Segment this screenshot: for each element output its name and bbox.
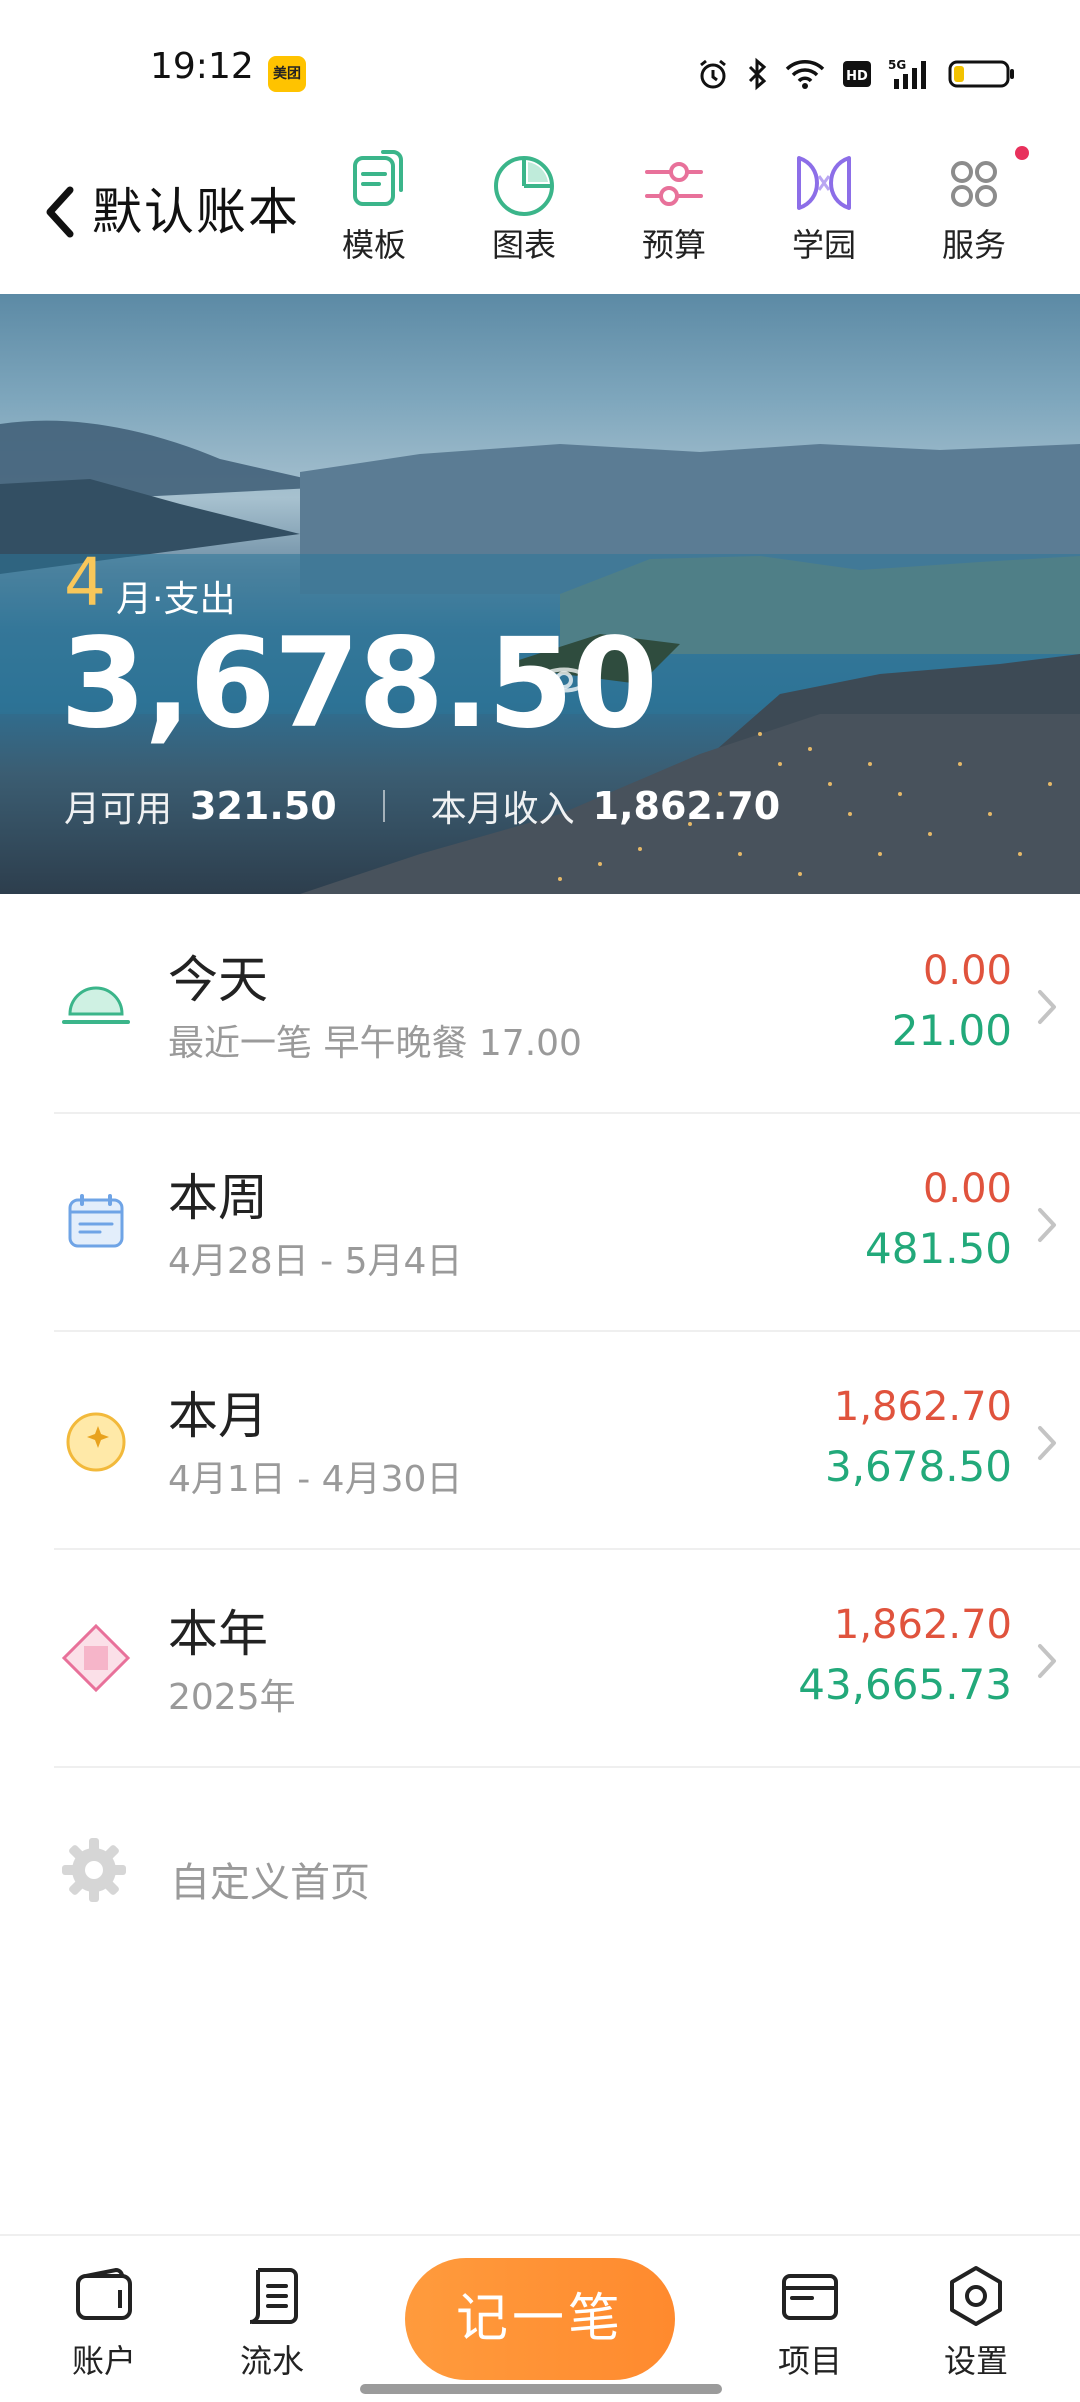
service-grid-icon [951, 161, 997, 207]
row-income-value: 1,862.70 [833, 1602, 1012, 1648]
nav-academy-label: 学园 [791, 226, 856, 264]
row-expense-value: 43,665.73 [798, 1660, 1012, 1709]
calendar-icon [68, 1194, 124, 1248]
folder-icon [782, 2274, 838, 2320]
chevron-right-icon [1038, 1426, 1056, 1460]
summary-row-month[interactable]: 本月 4月1日 - 4月30日 1,862.70 3,678.50 [54, 1332, 1080, 1550]
row-title: 本周 [168, 1169, 268, 1227]
row-subtitle: 4月28日 - 5月4日 [168, 1241, 463, 1282]
nav-template[interactable]: 模板 [314, 148, 434, 266]
home-indicator [360, 2384, 722, 2394]
nav-chart-label: 图表 [491, 226, 556, 264]
summary-row-today[interactable]: 今天 最近一笔 早午晚餐 17.00 0.00 21.00 [54, 896, 1080, 1114]
nav-chart[interactable]: 图表 [464, 148, 584, 266]
row-title: 本年 [168, 1605, 268, 1663]
row-title: 今天 [168, 951, 268, 1009]
svg-text:5G: 5G [888, 58, 906, 72]
notification-dot [1015, 146, 1029, 160]
template-icon [353, 150, 403, 206]
ledger-icon [249, 2268, 298, 2324]
diamond-icon [61, 1623, 131, 1693]
sunrise-icon [62, 986, 130, 1024]
nav-budget-label: 预算 [641, 226, 706, 264]
nav-service[interactable]: 服务 [914, 148, 1034, 266]
customize-home-button[interactable]: 自定义首页 [60, 1836, 660, 1906]
header: 默认账本 模板 图表 预算 学园 服务 [0, 140, 1080, 294]
chevron-right-icon [1038, 1644, 1056, 1678]
row-expense-value: 3,678.50 [824, 1442, 1012, 1491]
status-time: 19:12 [150, 46, 254, 87]
row-subtitle: 最近一笔 早午晚餐 17.00 [168, 1023, 582, 1064]
nav-budget[interactable]: 预算 [614, 148, 734, 266]
hero-summary: 月可用 321.50 本月收入 1,862.70 [64, 780, 780, 832]
tab-transactions[interactable]: 流水 [212, 2264, 332, 2382]
hero-banner: 4 月·支出 3,678.50 月可用 321.50 本月收入 1,862.70 [0, 294, 1080, 894]
available-label: 月可用 [64, 789, 173, 830]
nav-template-label: 模板 [341, 226, 406, 264]
pie-chart-icon [494, 156, 554, 216]
bluetooth-icon [748, 57, 767, 91]
summary-row-week[interactable]: 本周 4月28日 - 5月4日 0.00 481.50 [54, 1114, 1080, 1332]
tab-transactions-label: 流水 [239, 2342, 304, 2380]
moon-icon [66, 1412, 126, 1472]
5g-signal-icon: 5G [888, 58, 926, 89]
income-value: 1,862.70 [592, 784, 781, 828]
svg-text:HD: HD [846, 69, 868, 84]
alarm-icon [700, 59, 726, 89]
row-income-value: 0.00 [922, 1166, 1012, 1212]
wallet-icon [76, 2267, 132, 2320]
academy-icon [797, 156, 851, 210]
meituan-app-icon: 美团 [268, 56, 306, 92]
status-bar: 19:12 美团 HD 5G [0, 0, 1080, 140]
hd-icon: HD [843, 61, 871, 87]
status-icons: HD 5G [696, 52, 1016, 96]
row-subtitle: 2025年 [168, 1677, 296, 1718]
customize-label: 自定义首页 [170, 1860, 370, 1906]
row-income-value: 1,862.70 [833, 1384, 1012, 1430]
nav-service-label: 服务 [941, 226, 1006, 264]
tab-projects-label: 项目 [777, 2342, 842, 2380]
tab-projects[interactable]: 项目 [750, 2264, 870, 2382]
row-expense-value: 481.50 [865, 1224, 1012, 1273]
divider [382, 790, 385, 822]
chevron-left-icon[interactable] [38, 180, 82, 244]
summary-row-year[interactable]: 本年 2025年 1,862.70 43,665.73 [54, 1550, 1080, 1768]
settings-icon [950, 2266, 1002, 2326]
tab-settings-label: 设置 [943, 2342, 1008, 2380]
eye-icon[interactable] [534, 660, 594, 700]
tab-accounts-label: 账户 [71, 2342, 136, 2380]
tab-settings[interactable]: 设置 [916, 2264, 1036, 2382]
gear-icon [62, 1838, 126, 1902]
battery-icon [948, 60, 1014, 88]
row-subtitle: 4月1日 - 4月30日 [168, 1459, 463, 1500]
wifi-icon [785, 60, 825, 89]
tab-accounts[interactable]: 账户 [44, 2264, 164, 2382]
available-value: 321.50 [190, 784, 337, 828]
chevron-right-icon [1038, 1208, 1056, 1242]
budget-sliders-icon [645, 162, 703, 206]
nav-academy[interactable]: 学园 [764, 148, 884, 266]
row-title: 本月 [168, 1387, 268, 1445]
hero-month-number: 4 [64, 544, 106, 621]
book-title[interactable]: 默认账本 [92, 172, 300, 244]
record-entry-button[interactable]: 记一笔 [405, 2258, 675, 2380]
chevron-right-icon [1038, 990, 1056, 1024]
row-expense-value: 21.00 [891, 1006, 1012, 1055]
row-income-value: 0.00 [922, 948, 1012, 994]
income-label: 本月收入 [430, 789, 575, 830]
bottom-nav: 账户 流水 记一笔 项目 设置 [0, 2234, 1080, 2402]
